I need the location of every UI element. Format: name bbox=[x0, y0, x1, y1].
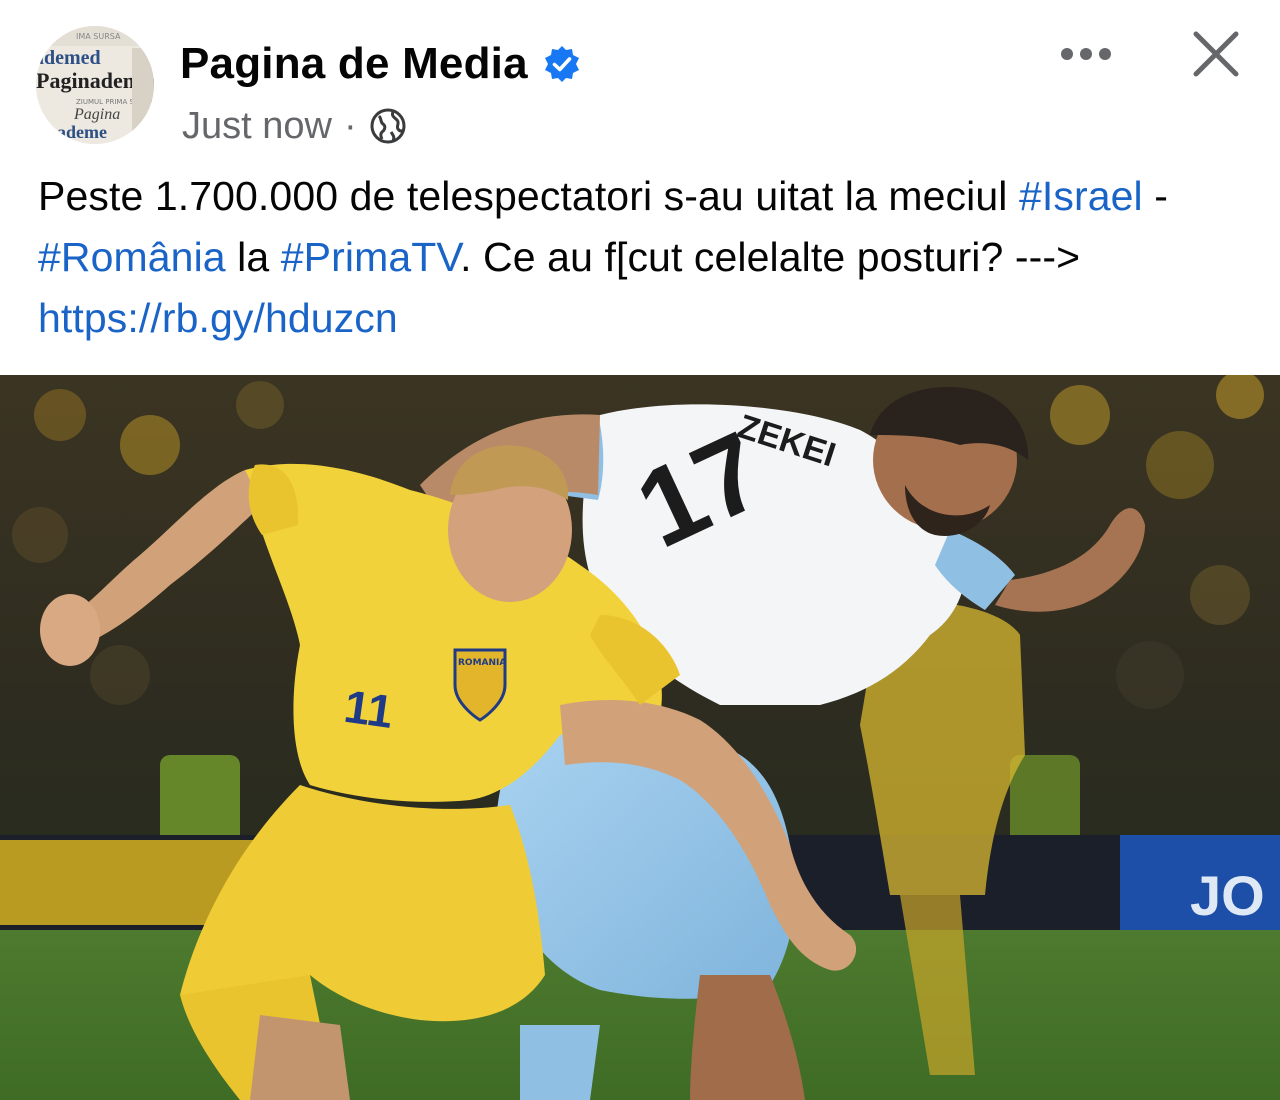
avatar-logo-image: IMA SURSA ademed Paginademedia ZIUMUL PR… bbox=[36, 26, 154, 144]
verified-badge-icon bbox=[542, 44, 582, 84]
hashtag-romania[interactable]: #România bbox=[38, 234, 226, 280]
facebook-post: IMA SURSA ademed Paginademedia ZIUMUL PR… bbox=[0, 0, 1280, 1100]
post-text: Peste 1.700.000 de telespectatori s-au u… bbox=[38, 166, 1258, 349]
post-text-part: Peste 1.700.000 de telespectatori s-au u… bbox=[38, 173, 1019, 219]
hashtag-israel[interactable]: #Israel bbox=[1019, 173, 1143, 219]
page-avatar[interactable]: IMA SURSA ademed Paginademedia ZIUMUL PR… bbox=[36, 26, 154, 144]
board-text: JO bbox=[1190, 864, 1265, 927]
svg-text:IMA SURSA: IMA SURSA bbox=[76, 32, 121, 41]
post-link[interactable]: https://rb.gy/hduzcn bbox=[38, 295, 398, 341]
football-match-photo: JO 17 ZEKEI ROMANIA 11 bbox=[0, 375, 1280, 1100]
globe-icon[interactable] bbox=[369, 107, 407, 145]
svg-text:ademed: ademed bbox=[36, 47, 101, 69]
post-text-part: . Ce au f[cut celelalte posturi? ---> bbox=[460, 234, 1081, 280]
svg-text:Pagina: Pagina bbox=[73, 106, 120, 123]
yellow-badge-text: ROMANIA bbox=[458, 658, 506, 668]
svg-text:inademe: inademe bbox=[42, 122, 107, 142]
post-meta: Just now · bbox=[182, 100, 407, 152]
yellow-player-number: 11 bbox=[341, 680, 396, 738]
close-icon bbox=[1191, 29, 1241, 84]
post-text-part: - bbox=[1142, 173, 1168, 219]
page-name[interactable]: Pagina de Media bbox=[180, 39, 528, 89]
post-timestamp[interactable]: Just now bbox=[182, 105, 332, 148]
more-horizontal-icon bbox=[1060, 47, 1112, 66]
post-text-part: la bbox=[225, 234, 281, 280]
meta-separator: · bbox=[343, 104, 357, 147]
close-button[interactable] bbox=[1184, 24, 1248, 88]
hashtag-primatv[interactable]: #PrimaTV bbox=[281, 234, 460, 280]
page-name-row: Pagina de Media bbox=[180, 34, 582, 94]
post-photo[interactable]: JO 17 ZEKEI ROMANIA 11 bbox=[0, 375, 1280, 1100]
more-options-button[interactable] bbox=[1046, 32, 1126, 80]
